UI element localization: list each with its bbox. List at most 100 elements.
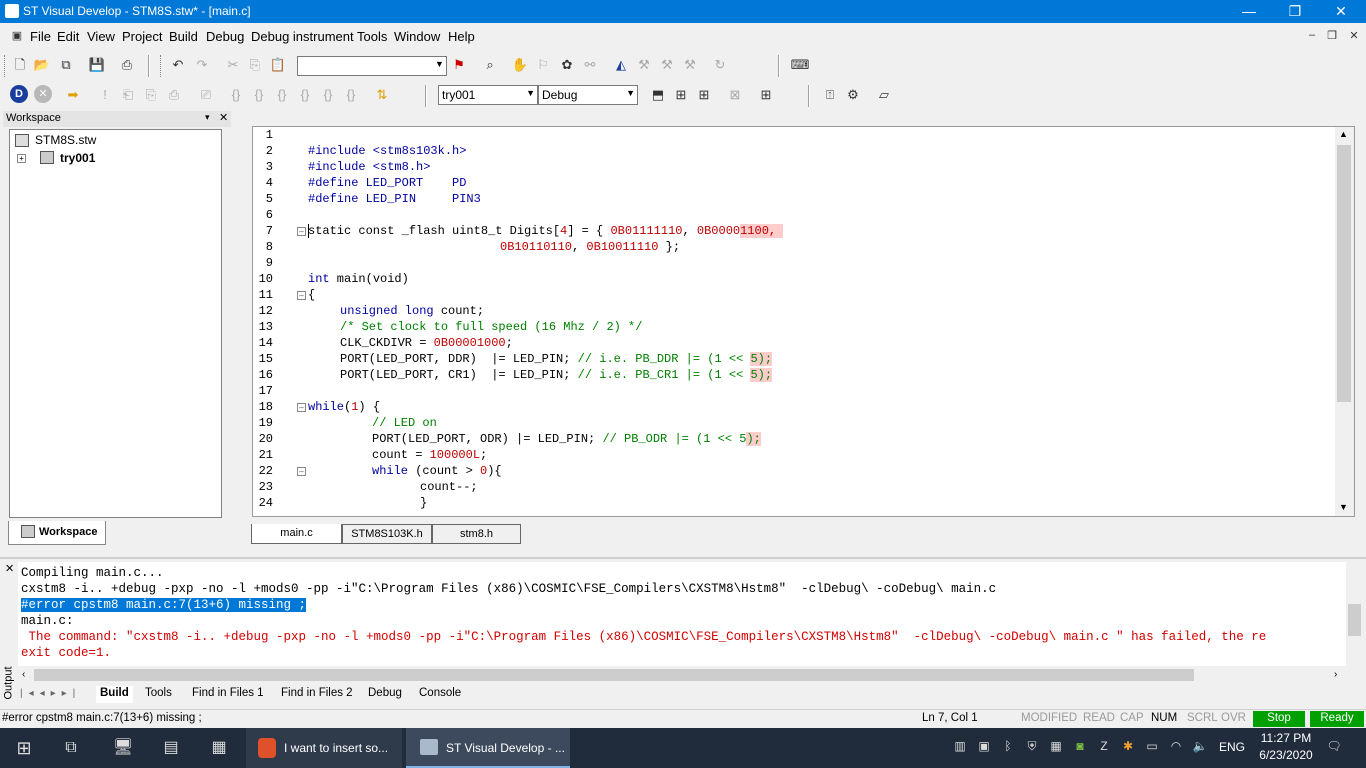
bookmark-icon[interactable]: ⚐ — [533, 55, 553, 75]
workspace-tab[interactable]: Workspace — [8, 521, 106, 545]
menu-file[interactable]: File — [30, 29, 51, 44]
undo-icon[interactable]: ↶ — [168, 55, 188, 75]
tab-debug[interactable]: Debug — [364, 686, 406, 703]
tree-item-workspace[interactable]: STM8S.stw — [35, 133, 96, 147]
menu-debug[interactable]: Debug — [206, 29, 244, 44]
language-indicator[interactable]: ENG — [1219, 740, 1245, 754]
menu-build[interactable]: Build — [169, 29, 198, 44]
stop-build-icon[interactable]: ⚒ — [680, 55, 700, 75]
windows-start-icon[interactable]: ⊞ — [0, 728, 48, 768]
tab-find-in-files-2[interactable]: Find in Files 2 — [277, 686, 357, 703]
gear-icon[interactable]: ✱ — [1120, 739, 1136, 755]
programmer-icon[interactable]: ⌨ — [790, 55, 810, 75]
tab-main-c[interactable]: main.c — [251, 524, 342, 544]
mdi-minimize-icon[interactable]: – — [1303, 29, 1321, 45]
trace-icon[interactable]: ⚙ — [843, 85, 863, 105]
cut-icon[interactable]: ✂ — [223, 55, 243, 75]
fold-marker-icon[interactable]: – — [297, 403, 306, 412]
new-file-icon[interactable]: 🗋 — [10, 55, 30, 75]
redo-icon[interactable]: ↷ — [192, 55, 212, 75]
chevron-down-icon[interactable]: ▾ — [205, 112, 210, 123]
compile-icon[interactable]: ◭ — [611, 55, 631, 75]
computer-icon[interactable]: 🖥 — [100, 728, 146, 768]
scroll-left-icon[interactable]: ‹ — [22, 669, 25, 680]
show-pc-icon[interactable]: ⇅ — [372, 85, 392, 105]
toggle-bookmark-icon[interactable]: ✿ — [557, 55, 577, 75]
menu-edit[interactable]: Edit — [57, 29, 79, 44]
scroll-up-icon[interactable]: ▲ — [1339, 129, 1348, 139]
clean-icon[interactable]: ⊠ — [725, 85, 745, 105]
tab-console[interactable]: Console — [415, 686, 465, 703]
chevron-down-icon[interactable]: ▼ — [435, 59, 444, 69]
find-combo[interactable] — [297, 56, 447, 76]
bluetooth-icon[interactable]: ᛒ — [1000, 739, 1016, 755]
taskbar-app-browser[interactable]: I want to insert so... — [246, 728, 402, 768]
clear-bookmarks-icon[interactable]: ⚯ — [580, 55, 600, 75]
network-drive-icon[interactable]: ▥ — [952, 739, 968, 755]
tab-build[interactable]: Build — [96, 686, 133, 703]
paste-icon[interactable]: 📋 — [268, 55, 288, 75]
debug-instrument-icon[interactable]: ⍐ — [820, 85, 840, 105]
mdi-restore-icon[interactable]: ❐ — [1323, 29, 1341, 45]
taskbar-app-stvd[interactable]: ST Visual Develop - ... — [406, 728, 570, 768]
close-icon[interactable]: ✕ — [5, 562, 14, 575]
nvidia-icon[interactable]: ◙ — [1072, 739, 1088, 755]
asm-step-icon[interactable]: {} — [226, 85, 246, 105]
find-icon[interactable]: ⌕ — [480, 55, 500, 75]
scroll-right-icon[interactable]: › — [1334, 669, 1337, 680]
fold-marker-icon[interactable]: – — [297, 227, 306, 236]
mdi-close-icon[interactable]: ✕ — [1345, 29, 1363, 45]
menu-project[interactable]: Project — [122, 29, 162, 44]
compile-file-icon[interactable]: ⬒ — [648, 85, 668, 105]
output-error-line-selected[interactable]: #error cpstm8 main.c:7(13+6) missing ; — [21, 598, 307, 612]
clock-time[interactable]: 11:27 PM — [1258, 731, 1314, 745]
remote-desktop-icon[interactable]: ▤ — [148, 728, 194, 768]
output-text-area[interactable] — [18, 562, 1346, 666]
print-icon[interactable]: ⎙ — [117, 55, 137, 75]
find-in-files-icon[interactable]: ⚑ — [449, 55, 469, 75]
step-into-icon[interactable]: ⎗ — [118, 85, 138, 105]
document-icon[interactable]: ▣ — [8, 29, 26, 45]
wifi-icon[interactable]: ◠ — [1168, 739, 1184, 755]
tab-stm8s103k-h[interactable]: STM8S103K.h — [342, 524, 432, 544]
menu-debug-instrument[interactable]: Debug instrument — [251, 29, 354, 44]
stop-debug-icon[interactable]: ✕ — [34, 85, 52, 103]
rebuild-all-icon[interactable]: ⊞ — [694, 85, 714, 105]
restart-icon[interactable]: {} — [295, 85, 315, 105]
app-tray-icon[interactable]: ▣ — [976, 739, 992, 755]
scrollbar-thumb[interactable] — [1348, 604, 1361, 636]
build-project-icon[interactable]: ⊞ — [671, 85, 691, 105]
scrollbar-thumb[interactable] — [1337, 145, 1351, 402]
step-out-icon[interactable]: ⎙ — [164, 85, 184, 105]
copy-icon[interactable]: ⎘ — [245, 55, 265, 75]
chip-icon[interactable]: ▱ — [874, 85, 894, 105]
refresh-icon[interactable]: ↻ — [710, 55, 730, 75]
notepad-icon[interactable]: ▦ — [196, 728, 242, 768]
open-workspace-icon[interactable]: ⧉ — [56, 55, 76, 75]
menu-window[interactable]: Window — [394, 29, 440, 44]
battery-icon[interactable]: ▭ — [1144, 739, 1160, 755]
close-button[interactable]: ✕ — [1318, 0, 1364, 23]
volume-icon[interactable]: 🔈 — [1192, 739, 1208, 755]
menu-view[interactable]: View — [87, 29, 115, 44]
asm-step-out-icon[interactable]: {} — [272, 85, 292, 105]
zoom-icon[interactable]: Z — [1096, 739, 1112, 755]
tab-find-in-files-1[interactable]: Find in Files 1 — [188, 686, 268, 703]
source-step-icon[interactable]: {} — [341, 85, 361, 105]
batch-build-icon[interactable]: ⊞ — [756, 85, 776, 105]
task-view-icon[interactable]: ⧉ — [48, 728, 94, 768]
display-icon[interactable]: ▦ — [1048, 739, 1064, 755]
scroll-down-icon[interactable]: ▼ — [1339, 502, 1348, 512]
menu-help[interactable]: Help — [448, 29, 475, 44]
hand-icon[interactable]: ✋ — [510, 55, 530, 75]
tree-item-project[interactable]: try001 — [60, 151, 95, 165]
fold-marker-icon[interactable]: – — [297, 291, 306, 300]
open-folder-icon[interactable]: 📂 — [32, 55, 52, 75]
security-icon[interactable]: ⛨ — [1024, 739, 1040, 755]
asm-step-over-icon[interactable]: {} — [249, 85, 269, 105]
step-over-icon[interactable]: ⎘ — [141, 85, 161, 105]
fold-marker-icon[interactable]: – — [297, 467, 306, 476]
config-combo[interactable]: Debug ▼ — [538, 85, 638, 105]
notifications-icon[interactable]: 🗨 — [1325, 739, 1343, 755]
reset-icon[interactable]: {} — [318, 85, 338, 105]
